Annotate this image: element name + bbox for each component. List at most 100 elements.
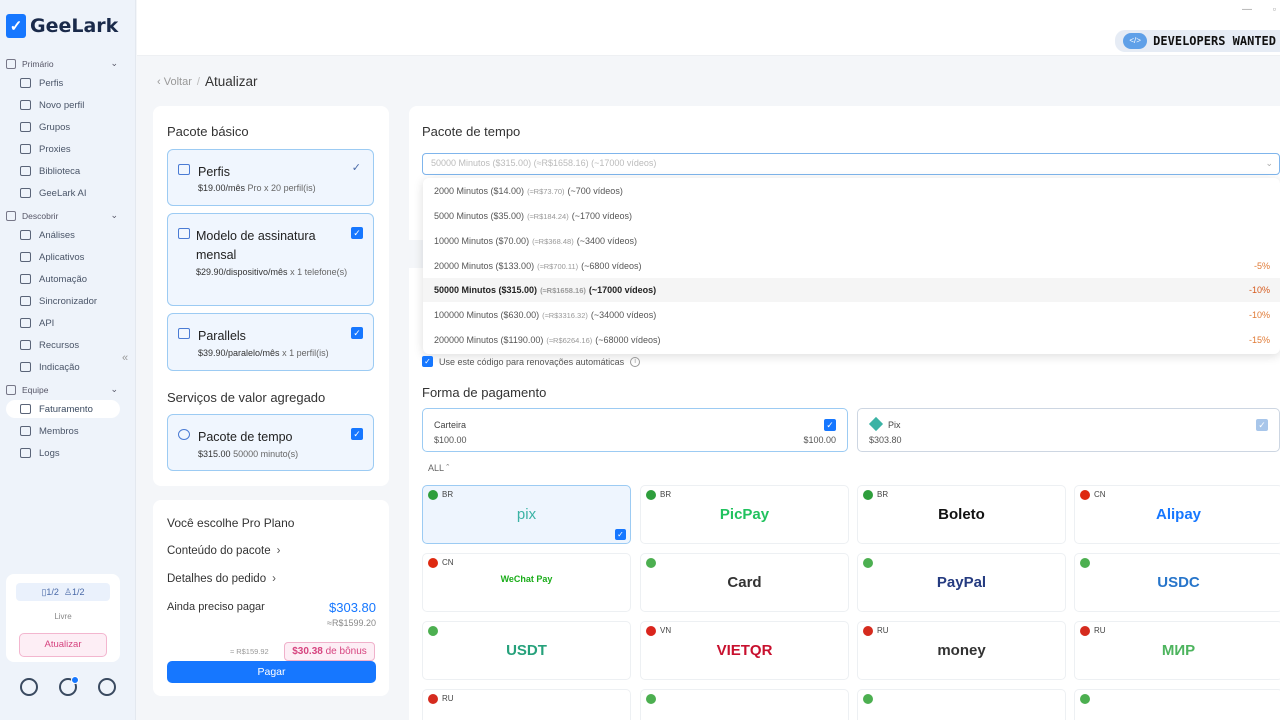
sidebar-item-perfis[interactable]: Perfis xyxy=(6,74,120,92)
package-content-link[interactable]: Conteúdo do pacote › xyxy=(167,545,280,557)
sidebar-item-indicacao[interactable]: Indicação xyxy=(6,358,120,376)
payment-method-money[interactable]: RU money xyxy=(857,621,1066,680)
payment-method-checkbox[interactable]: ✓ xyxy=(615,529,626,540)
account-icon[interactable] xyxy=(97,678,116,696)
sync-icon xyxy=(20,296,31,306)
all-label: ALL xyxy=(428,463,444,473)
wallet-balance: $100.00 xyxy=(434,435,467,445)
country-flag-icon xyxy=(428,694,438,704)
package-card-parallels[interactable]: Parallels $39.90/paralelo/mês x 1 perfil… xyxy=(167,313,374,371)
payment-method-usdt[interactable]: USDT xyxy=(422,621,631,680)
developers-banner[interactable]: </> DEVELOPERS WANTED xyxy=(1115,30,1280,52)
wallet-option[interactable]: Carteira $100.00 $100.00 ✓ xyxy=(422,408,848,452)
pix-checkbox[interactable]: ✓ xyxy=(1256,419,1268,431)
sidebar-item-proxies[interactable]: Proxies xyxy=(6,140,120,158)
time-package-select[interactable]: 50000 Minutos ($315.00) (≈R$1658.16) (~1… xyxy=(422,153,1280,175)
payment-method-item[interactable] xyxy=(640,689,849,720)
package-content-label: Conteúdo do pacote xyxy=(167,545,271,557)
payment-logo: PicPay xyxy=(719,506,770,523)
payment-method-item[interactable] xyxy=(1074,689,1280,720)
section-equipe[interactable]: Equipe ⌄ xyxy=(6,384,118,395)
option-minutes: 100000 Minutos ($630.00) xyxy=(434,310,540,320)
dropdown-option[interactable]: 10000 Minutos ($70.00) (≈R$368.48) (~3400 … xyxy=(423,229,1280,253)
payment-method-vietqr[interactable]: VN VIETQR xyxy=(640,621,849,680)
collapse-sidebar-icon[interactable]: « xyxy=(122,352,128,364)
minimize-icon[interactable]: — xyxy=(1242,4,1252,15)
sidebar-item-membros[interactable]: Membros xyxy=(6,422,120,440)
upgrade-button[interactable]: Atualizar xyxy=(19,633,107,657)
dropdown-option[interactable]: 2000 Minutos ($14.00) (≈R$73.70) (~700 víd… xyxy=(423,179,1280,203)
all-methods-toggle[interactable]: ALL ˆ xyxy=(428,463,449,473)
package-card-subscription[interactable]: Modelo de assinatura mensal $29.90/dispo… xyxy=(167,213,374,306)
auto-renew-checkbox[interactable]: ✓ xyxy=(422,356,433,367)
payment-method-usdc[interactable]: USDC xyxy=(1074,553,1280,612)
payment-logo: pix xyxy=(516,506,537,523)
payment-method-alipay[interactable]: CN Alipay xyxy=(1074,485,1280,544)
info-icon[interactable]: i xyxy=(630,356,641,367)
quota-box: ▯1/2 ♙1/2 Livre Atualizar xyxy=(6,574,120,662)
back-label: Voltar xyxy=(163,75,192,88)
back-link[interactable]: ‹ Voltar xyxy=(157,76,192,88)
dropdown-option-selected[interactable]: 50000 Minutos ($315.00) (≈R$1658.16) (~170… xyxy=(423,278,1280,302)
sidebar-item-api[interactable]: API xyxy=(6,314,120,332)
still-to-pay-label: Ainda preciso pagar xyxy=(167,601,265,613)
payment-logo: Card xyxy=(727,574,762,591)
time-package-icon xyxy=(178,429,190,440)
option-discount: -10% xyxy=(1248,285,1270,295)
sidebar-item-logs[interactable]: Logs xyxy=(6,444,120,462)
sidebar-item-sincronizador[interactable]: Sincronizador xyxy=(6,292,120,310)
package-checkbox[interactable]: ✓ xyxy=(351,227,363,239)
sidebar-item-biblioteca[interactable]: Biblioteca xyxy=(6,162,120,180)
maximize-icon[interactable]: ▫ xyxy=(1273,4,1276,14)
proxies-icon xyxy=(20,144,31,154)
sidebar-item-aplicativos[interactable]: Aplicativos xyxy=(6,248,120,266)
dropdown-option[interactable]: 200000 Minutos ($1190.00) (≈R$6264.16) (~6… xyxy=(423,328,1280,352)
dropdown-option[interactable]: 100000 Minutos ($630.00) (≈R$3316.32) (~34… xyxy=(423,303,1280,327)
payment-method-paypal[interactable]: PayPal xyxy=(857,553,1066,612)
package-checkbox[interactable]: ✓ xyxy=(351,327,363,339)
section-descobrir[interactable]: Descobrir ⌄ xyxy=(6,210,118,221)
payment-method-pix[interactable]: BR pix ✓ xyxy=(422,485,631,544)
sidebar-item-geelark-ai[interactable]: GeeLark AI xyxy=(6,184,120,202)
order-details-link[interactable]: Detalhes do pedido › xyxy=(167,573,276,585)
sidebar-item-faturamento[interactable]: Faturamento xyxy=(6,400,120,418)
sidebar-item-grupos[interactable]: Grupos xyxy=(6,118,120,136)
option-brl: (≈R$700.11) xyxy=(537,261,579,271)
sidebar-item-recursos[interactable]: Recursos xyxy=(6,336,120,354)
section-primario[interactable]: Primário ⌄ xyxy=(6,58,118,69)
team-icon xyxy=(6,384,16,395)
sidebar-item-novo-perfil[interactable]: Novo perfil xyxy=(6,96,120,114)
payment-method-мир[interactable]: RU МИР xyxy=(1074,621,1280,680)
check-icon: ✓ xyxy=(351,162,361,174)
option-videos: (~3400 vídeos) xyxy=(576,236,637,246)
section-label: Primário xyxy=(22,58,54,69)
package-checkbox[interactable]: ✓ xyxy=(351,428,363,440)
payment-method-item[interactable] xyxy=(857,689,1066,720)
bell-icon[interactable] xyxy=(58,676,79,696)
payment-method-boleto[interactable]: BR Boleto xyxy=(857,485,1066,544)
sidebar-item-label: Logs xyxy=(39,447,60,459)
plan-status: Livre xyxy=(54,612,72,621)
package-card-time[interactable]: Pacote de tempo $315.00 50000 minuto(s) … xyxy=(167,414,374,471)
geelark-logo[interactable]: ✓ GeeLark xyxy=(6,14,118,38)
sidebar-item-label: Indicação xyxy=(39,361,80,373)
wallet-checkbox[interactable]: ✓ xyxy=(824,419,836,431)
dropdown-option[interactable]: 20000 Minutos ($133.00) (≈R$700.11) (~6800… xyxy=(423,254,1280,278)
pix-amount: $303.80 xyxy=(869,435,902,445)
payment-method-card[interactable]: Card xyxy=(640,553,849,612)
pay-button[interactable]: Pagar xyxy=(167,661,376,683)
package-price-line: $19.00/mês Pro x 20 perfil(is) xyxy=(198,180,368,196)
sidebar-item-automacao[interactable]: Automação xyxy=(6,270,120,288)
payment-method-item[interactable]: RU xyxy=(422,689,631,720)
sidebar-item-analises[interactable]: Análises xyxy=(6,226,120,244)
sidebar-item-label: Faturamento xyxy=(39,403,93,415)
payment-method-picpay[interactable]: BR PicPay xyxy=(640,485,849,544)
dropdown-option[interactable]: 5000 Minutos ($35.00) (≈R$184.24) (~1700 v… xyxy=(423,204,1280,228)
option-minutes: 10000 Minutos ($70.00) xyxy=(434,236,530,246)
payment-method-wechat-pay[interactable]: CN WeChat Pay xyxy=(422,553,631,612)
package-price-line: $29.90/dispositivo/mês x 1 telefone(s) xyxy=(196,264,366,280)
package-card-perfis[interactable]: Perfis $19.00/mês Pro x 20 perfil(is) ✓ xyxy=(167,149,374,206)
option-discount: -10% xyxy=(1248,310,1270,320)
support-icon[interactable] xyxy=(20,678,39,696)
pix-option[interactable]: Pix $303.80 ✓ xyxy=(857,408,1280,452)
